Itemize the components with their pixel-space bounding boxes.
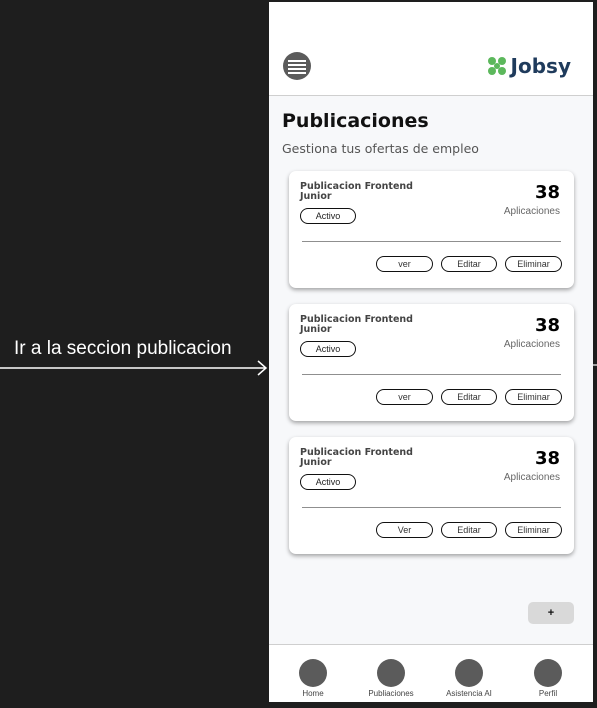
publication-card: Publicacion Frontend Junior Activo 38 Ap… <box>289 437 574 554</box>
logo-text: Jobsy <box>510 54 571 78</box>
delete-button[interactable]: Eliminar <box>505 256 562 272</box>
view-button[interactable]: ver <box>376 389 433 405</box>
edit-button[interactable]: Editar <box>441 522 497 538</box>
status-badge: Activo <box>300 474 356 490</box>
nav-label: Publiaciones <box>368 689 414 698</box>
brand-logo[interactable]: Jobsy <box>487 54 571 78</box>
card-divider <box>302 507 561 508</box>
menu-line <box>288 60 306 62</box>
nav-item-home[interactable]: Home <box>278 659 348 698</box>
page-subtitle: Gestiona tus ofertas de empleo <box>282 141 479 156</box>
applications-count: 38 <box>534 448 560 469</box>
applications-label: Aplicaciones <box>503 339 560 350</box>
edit-button[interactable]: Editar <box>441 256 497 272</box>
nav-item-publications[interactable]: Publiaciones <box>356 659 426 698</box>
edit-button[interactable]: Editar <box>441 389 497 405</box>
menu-line <box>288 72 306 74</box>
card-divider <box>302 241 561 242</box>
view-button[interactable]: ver <box>376 256 433 272</box>
menu-line <box>288 64 306 66</box>
view-button[interactable]: Ver <box>376 522 433 538</box>
publication-title: Publicacion Frontend Junior <box>300 314 413 335</box>
flow-label: Ir a la seccion publicacion <box>14 338 232 359</box>
nav-item-profile[interactable]: Perfil <box>513 659 583 698</box>
top-bar: Jobsy <box>269 2 593 96</box>
ai-assistant-icon <box>455 659 483 687</box>
nav-item-ai-assistant[interactable]: Asistencia AI <box>434 659 504 698</box>
publication-title: Publicacion Frontend Junior <box>300 447 413 468</box>
publication-title: Publicacion Frontend Junior <box>300 181 413 202</box>
card-divider <box>302 374 561 375</box>
flow-arrow <box>0 360 268 376</box>
delete-button[interactable]: Eliminar <box>505 522 562 538</box>
applications-count: 38 <box>534 182 560 203</box>
logo-icon <box>487 57 506 75</box>
publication-card: Publicacion Frontend Junior Activo 38 Ap… <box>289 304 574 421</box>
status-badge: Activo <box>300 341 356 357</box>
nav-label: Asistencia AI <box>446 689 492 698</box>
applications-label: Aplicaciones <box>503 472 560 483</box>
menu-button[interactable] <box>283 52 311 80</box>
status-badge: Activo <box>300 208 356 224</box>
publication-card: Publicacion Frontend Junior Activo 38 Ap… <box>289 171 574 288</box>
nav-label: Perfil <box>538 689 558 698</box>
publications-icon <box>377 659 405 687</box>
bottom-nav: Home Publiaciones Asistencia AI Perfil <box>269 644 593 702</box>
add-publication-button[interactable]: + <box>528 602 574 624</box>
menu-line <box>288 68 306 70</box>
delete-button[interactable]: Eliminar <box>505 389 562 405</box>
phone-screen: Jobsy Publicaciones Gestiona tus ofertas… <box>269 2 593 702</box>
profile-icon <box>534 659 562 687</box>
applications-count: 38 <box>534 315 560 336</box>
page-title: Publicaciones <box>282 110 429 132</box>
nav-label: Home <box>302 689 324 698</box>
home-icon <box>299 659 327 687</box>
applications-label: Aplicaciones <box>503 206 560 217</box>
